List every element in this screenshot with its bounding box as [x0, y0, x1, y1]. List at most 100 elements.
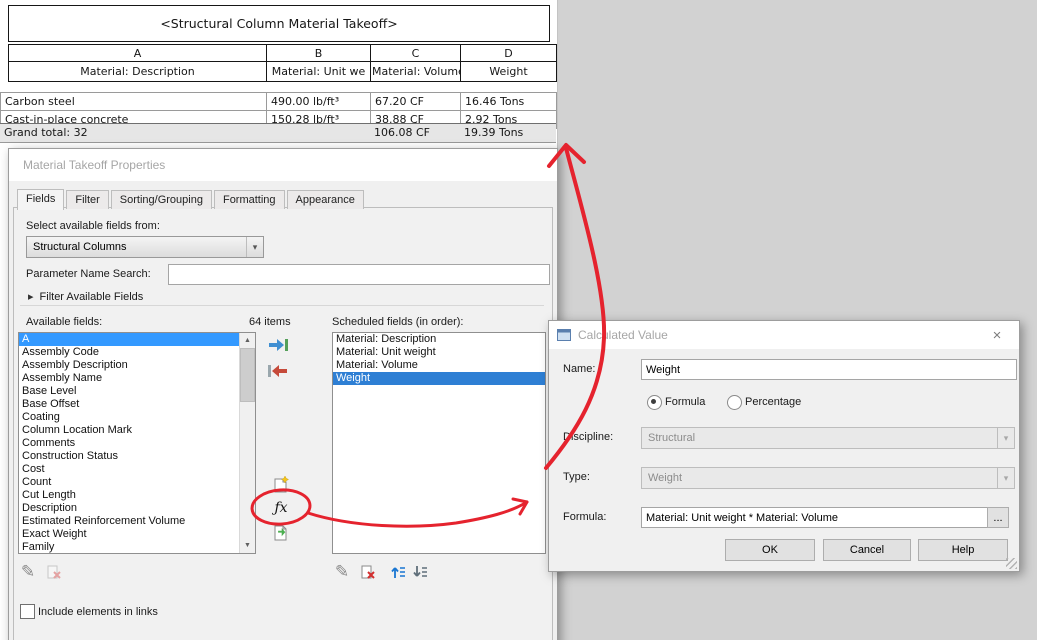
grand-total-volume: 106.08 CF: [374, 126, 430, 139]
discipline-dropdown[interactable]: Structural ▾: [641, 427, 1015, 449]
scheduled-fields-listbox[interactable]: Material: Description Material: Unit wei…: [332, 332, 546, 554]
column-header: Weight: [460, 61, 557, 82]
filter-available-fields-toggle[interactable]: ▸ Filter Available Fields: [28, 290, 143, 303]
list-item[interactable]: Count: [19, 476, 240, 489]
list-item[interactable]: Material: Description: [333, 333, 545, 346]
schedule-title: <Structural Column Material Takeoff>: [8, 5, 550, 42]
list-item[interactable]: Family: [19, 541, 240, 553]
column-header: Material: Description: [8, 61, 267, 82]
tab-appearance[interactable]: Appearance: [286, 190, 364, 209]
remove-field-button[interactable]: [265, 362, 291, 380]
move-parameter-up-button[interactable]: [388, 562, 408, 582]
column-letter: A: [8, 44, 267, 62]
discipline-label: Discipline:: [563, 431, 614, 443]
chevron-down-icon: ▾: [997, 468, 1014, 488]
grand-total-weight: 19.39 Tons: [464, 126, 524, 139]
edit-scheduled-parameter-button[interactable]: ✎: [332, 562, 352, 582]
category-dropdown[interactable]: Structural Columns ▾: [26, 236, 264, 258]
list-item[interactable]: Material: Unit weight: [333, 346, 545, 359]
include-elements-in-links-checkbox[interactable]: [20, 604, 35, 619]
combine-parameters-icon: [274, 525, 287, 541]
formula-browse-button[interactable]: ...: [987, 507, 1009, 528]
new-parameter-button[interactable]: [270, 474, 292, 494]
move-parameter-down-button[interactable]: [410, 562, 430, 582]
column-letter: B: [266, 44, 371, 62]
divider: [20, 305, 544, 306]
percentage-radio-label: Percentage: [745, 396, 802, 408]
dialog-title-bar[interactable]: Calculated Value ×: [549, 321, 1019, 349]
dialog-title-bar[interactable]: Material Takeoff Properties: [9, 149, 557, 181]
combine-parameters-button[interactable]: [270, 522, 292, 542]
scroll-down-icon[interactable]: ▼: [240, 538, 255, 553]
new-parameter-icon: [274, 475, 290, 493]
name-label: Name:: [563, 363, 596, 375]
dialog-title: Calculated Value: [578, 328, 668, 342]
list-item[interactable]: Description: [19, 502, 240, 515]
screen: <Structural Column Material Takeoff> A B…: [0, 0, 1037, 640]
category-dropdown-value: Structural Columns: [33, 241, 127, 253]
cell: 490.00 lb/ft³: [266, 92, 371, 111]
available-fields-listbox[interactable]: A Assembly Code Assembly Description Ass…: [18, 332, 256, 554]
name-field[interactable]: [641, 359, 1017, 380]
arrow-right-icon: [269, 339, 288, 351]
tab-formatting[interactable]: Formatting: [213, 190, 285, 209]
list-item[interactable]: Assembly Code: [19, 346, 240, 359]
list-item[interactable]: Exact Weight: [19, 528, 240, 541]
list-item[interactable]: Cost: [19, 463, 240, 476]
help-button[interactable]: Help: [918, 539, 1008, 561]
scrollbar[interactable]: ▲ ▼: [239, 333, 255, 553]
list-item[interactable]: Construction Status: [19, 450, 240, 463]
list-item[interactable]: Comments: [19, 437, 240, 450]
delete-available-parameter-button[interactable]: [44, 562, 64, 582]
material-takeoff-properties-dialog: Material Takeoff Properties Fields Filte…: [8, 148, 558, 640]
list-item[interactable]: Column Location Mark: [19, 424, 240, 437]
scrollbar-thumb[interactable]: [240, 348, 255, 402]
scheduled-fields-label: Scheduled fields (in order):: [332, 316, 464, 328]
parameter-search-input[interactable]: [168, 264, 550, 285]
list-item[interactable]: Estimated Reinforcement Volume: [19, 515, 240, 528]
list-item[interactable]: Assembly Name: [19, 372, 240, 385]
tab-filter[interactable]: Filter: [66, 190, 109, 209]
discipline-value: Structural: [648, 432, 696, 444]
scroll-up-icon[interactable]: ▲: [240, 333, 255, 348]
cell: 67.20 CF: [370, 92, 461, 111]
delete-parameter-icon: [47, 565, 61, 579]
resize-grip[interactable]: [1006, 558, 1017, 569]
dialog-icon: [557, 329, 571, 341]
list-item[interactable]: Coating: [19, 411, 240, 424]
cancel-button[interactable]: Cancel: [823, 539, 911, 561]
list-item[interactable]: A: [19, 333, 240, 346]
list-item[interactable]: Material: Volume: [333, 359, 545, 372]
arrow-left-icon: [268, 365, 287, 377]
percentage-radio[interactable]: [727, 395, 742, 410]
available-fields-label: Available fields:: [26, 316, 103, 328]
tab-fields[interactable]: Fields: [17, 189, 65, 210]
edit-available-parameter-button[interactable]: ✎: [18, 562, 38, 582]
formula-radio-label: Formula: [665, 396, 706, 408]
delete-parameter-icon: [361, 565, 375, 579]
parameter-search-label: Parameter Name Search:: [26, 268, 151, 280]
formula-radio[interactable]: [647, 395, 662, 410]
add-field-button[interactable]: [265, 336, 291, 354]
filter-available-fields-label: Filter Available Fields: [39, 291, 144, 303]
calculated-value-button[interactable]: ƒx: [268, 498, 294, 518]
schedule-header-table: A B C D Material: Description Material: …: [8, 44, 557, 82]
list-item[interactable]: Cut Length: [19, 489, 240, 502]
column-header: Material: Unit we: [266, 61, 371, 82]
close-icon[interactable]: ×: [983, 327, 1011, 344]
tab-strip: Fields Filter Sorting/Grouping Formattin…: [17, 189, 366, 210]
type-dropdown[interactable]: Weight ▾: [641, 467, 1015, 489]
list-item[interactable]: Assembly Description: [19, 359, 240, 372]
pencil-icon: ✎: [20, 562, 36, 581]
ok-button[interactable]: OK: [725, 539, 815, 561]
tab-sorting-grouping[interactable]: Sorting/Grouping: [110, 190, 212, 209]
table-row: Carbon steel 490.00 lb/ft³ 67.20 CF 16.4…: [0, 92, 557, 111]
expand-triangle-icon: ▸: [28, 291, 34, 303]
list-item[interactable]: Base Offset: [19, 398, 240, 411]
list-item[interactable]: Base Level: [19, 385, 240, 398]
formula-field[interactable]: [641, 507, 991, 528]
column-letter: D: [460, 44, 557, 62]
fields-tab-pane: Select available fields from: Structural…: [13, 207, 553, 640]
list-item[interactable]: Weight: [333, 372, 545, 385]
delete-scheduled-parameter-button[interactable]: [358, 562, 378, 582]
